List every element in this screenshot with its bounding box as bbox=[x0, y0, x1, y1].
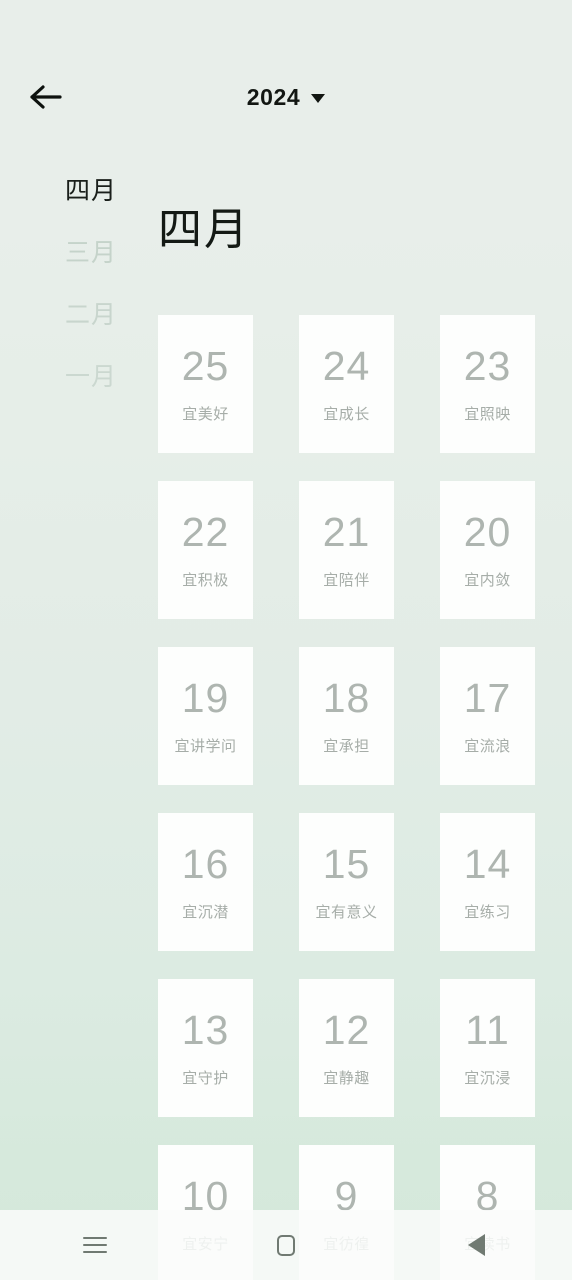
day-label: 宜讲学问 bbox=[174, 738, 237, 755]
day-card[interactable]: 21 宜陪伴 bbox=[299, 481, 394, 619]
day-number: 20 bbox=[463, 509, 512, 555]
day-number: 14 bbox=[463, 841, 512, 887]
day-number: 11 bbox=[465, 1007, 510, 1053]
day-number: 13 bbox=[181, 1007, 230, 1053]
day-card[interactable]: 11 宜沉浸 bbox=[440, 979, 535, 1117]
year-selector[interactable]: 2024 bbox=[0, 80, 572, 114]
day-card[interactable]: 14 宜练习 bbox=[440, 813, 535, 951]
day-number: 22 bbox=[181, 509, 230, 555]
day-card[interactable]: 13 宜守护 bbox=[158, 979, 253, 1117]
day-label: 宜陪伴 bbox=[323, 572, 370, 589]
app-header: 2024 bbox=[0, 0, 572, 160]
square-icon bbox=[276, 1234, 295, 1256]
day-card[interactable]: 18 宜承担 bbox=[299, 647, 394, 785]
day-label: 宜积极 bbox=[182, 572, 229, 589]
day-number: 23 bbox=[463, 343, 512, 389]
back-nav-button[interactable] bbox=[442, 1210, 512, 1280]
day-label: 宜成长 bbox=[323, 406, 370, 423]
month-rail-label: 四月 bbox=[65, 176, 118, 205]
day-label: 宜沉浸 bbox=[464, 1070, 511, 1087]
day-grid: 25 宜美好 24 宜成长 23 宜照映 22 宜积极 21 宜陪伴 20 宜内… bbox=[158, 315, 538, 1280]
day-label: 宜照映 bbox=[464, 406, 511, 423]
day-card[interactable]: 16 宜沉潜 bbox=[158, 813, 253, 951]
day-card[interactable]: 22 宜积极 bbox=[158, 481, 253, 619]
day-number: 12 bbox=[322, 1007, 371, 1053]
home-button[interactable] bbox=[251, 1210, 321, 1280]
month-rail-item-1[interactable]: 三月 bbox=[0, 222, 155, 284]
day-card[interactable]: 20 宜内敛 bbox=[440, 481, 535, 619]
day-number: 17 bbox=[463, 675, 512, 721]
day-card[interactable]: 17 宜流浪 bbox=[440, 647, 535, 785]
day-card[interactable]: 24 宜成长 bbox=[299, 315, 394, 453]
month-rail-label: 一月 bbox=[65, 362, 118, 391]
day-label: 宜美好 bbox=[182, 406, 229, 423]
recents-button[interactable] bbox=[60, 1210, 130, 1280]
day-card[interactable]: 19 宜讲学问 bbox=[158, 647, 253, 785]
day-number: 16 bbox=[181, 841, 230, 887]
day-number: 21 bbox=[322, 509, 371, 555]
day-number: 19 bbox=[181, 675, 230, 721]
day-label: 宜承担 bbox=[323, 738, 370, 755]
day-label: 宜沉潜 bbox=[182, 904, 229, 921]
system-navigation-bar bbox=[0, 1210, 572, 1280]
day-card[interactable]: 25 宜美好 bbox=[158, 315, 253, 453]
page-title: 四月 bbox=[158, 205, 250, 254]
day-label: 宜守护 bbox=[182, 1070, 229, 1087]
calendar-screen: 2024 四月 三月 二月 一月 四月 25 宜美好 24 宜成长 23 宜照映… bbox=[0, 0, 572, 1280]
day-number: 18 bbox=[322, 675, 371, 721]
day-number: 15 bbox=[322, 841, 371, 887]
day-label: 宜内敛 bbox=[464, 572, 511, 589]
day-number: 24 bbox=[322, 343, 371, 389]
month-rail: 四月 三月 二月 一月 bbox=[0, 160, 155, 408]
day-label: 宜静趣 bbox=[323, 1070, 370, 1087]
triangle-back-icon bbox=[468, 1234, 486, 1256]
day-card[interactable]: 15 宜有意义 bbox=[299, 813, 394, 951]
day-label: 宜流浪 bbox=[464, 738, 511, 755]
month-rail-item-3[interactable]: 一月 bbox=[0, 346, 155, 408]
month-rail-label: 三月 bbox=[65, 238, 118, 267]
day-card[interactable]: 23 宜照映 bbox=[440, 315, 535, 453]
month-rail-label: 二月 bbox=[65, 300, 118, 329]
day-label: 宜有意义 bbox=[315, 904, 378, 921]
month-rail-item-0[interactable]: 四月 bbox=[0, 160, 155, 222]
chevron-down-icon bbox=[311, 94, 326, 103]
day-card[interactable]: 12 宜静趣 bbox=[299, 979, 394, 1117]
year-label: 2024 bbox=[246, 83, 301, 110]
day-number: 25 bbox=[181, 343, 230, 389]
hamburger-icon bbox=[83, 1237, 108, 1253]
month-rail-item-2[interactable]: 二月 bbox=[0, 284, 155, 346]
day-label: 宜练习 bbox=[464, 904, 511, 921]
